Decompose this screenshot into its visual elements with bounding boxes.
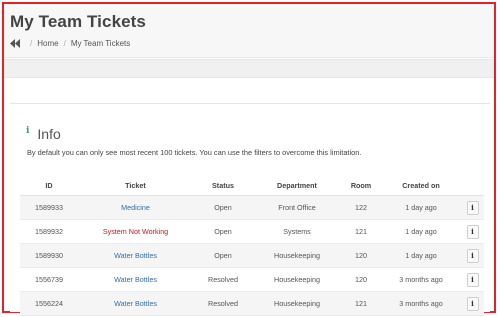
cell-created: 1 day ago [381,195,461,220]
cell-id: 1556224 [20,291,78,316]
table-row[interactable]: 1589932 System Not Working Open Systems … [20,219,484,244]
column-header-department[interactable]: Department [253,176,341,196]
column-header-ticket[interactable]: Ticket [78,176,193,196]
cell-id: 1556739 [20,267,78,292]
ticket-link[interactable]: Water Bottles [114,275,157,284]
breadcrumb-separator: / [63,39,66,48]
info-title: Info [37,126,61,142]
cell-created: 1 day ago [381,219,461,244]
cell-created: 1 day ago [381,243,461,268]
row-info-icon[interactable]: i [466,200,479,215]
breadcrumb: / Home / My Team Tickets [10,39,130,48]
cell-room: 122 [341,195,381,220]
row-info-icon[interactable]: i [466,272,479,287]
table-row[interactable]: 1556739 Water Bottles Resolved Housekeep… [20,267,484,292]
toolbar-band [4,59,494,78]
table-row[interactable]: 1556224 Water Bottles Resolved Housekeep… [20,291,484,316]
cell-id: 1589930 [20,243,78,268]
column-header-actions [461,176,484,196]
cell-created: 3 months ago [381,267,461,292]
info-text: By default you can only see most recent … [27,148,362,157]
cell-status: Resolved [193,291,253,316]
ticket-link[interactable]: Water Bottles [114,299,157,308]
info-heading: i Info [26,120,61,142]
cell-department: Systems [253,219,341,244]
column-header-room[interactable]: Room [341,176,381,196]
table-header-row: ID Ticket Status Department Room Created… [20,176,484,196]
row-info-icon[interactable]: i [466,296,479,311]
row-info-icon[interactable]: i [466,248,479,263]
cell-department: Housekeeping [253,291,341,316]
cell-room: 120 [341,267,381,292]
page-header: My Team Tickets / Home / My Team Tickets [4,4,494,58]
breadcrumb-separator: / [30,39,33,48]
back-icon[interactable] [10,39,21,48]
cell-room: 120 [341,243,381,268]
breadcrumb-current: My Team Tickets [70,39,131,48]
row-info-icon[interactable]: i [466,224,479,239]
screenshot-frame: My Team Tickets / Home / My Team Tickets… [2,2,496,316]
info-panel: i Info By default you can only see most … [10,103,490,316]
table-row[interactable]: 1589933 Medicine Open Front Office 122 1… [20,195,484,220]
cell-created: 3 months ago [381,291,461,316]
cell-status: Open [193,219,253,244]
ticket-link[interactable]: Water Bottles [114,251,157,260]
cell-room: 121 [341,291,381,316]
cell-status: Resolved [193,267,253,292]
ticket-link[interactable]: Medicine [121,203,150,212]
cell-department: Front Office [253,195,341,220]
cell-room: 121 [341,219,381,244]
breadcrumb-home[interactable]: Home [37,39,58,48]
cell-department: Housekeeping [253,267,341,292]
info-icon: i [26,126,30,136]
column-header-created-on[interactable]: Created on [381,176,461,196]
page-title: My Team Tickets [10,12,146,31]
ticket-link[interactable]: System Not Working [103,227,168,236]
tickets-table: ID Ticket Status Department Room Created… [20,176,484,316]
column-header-status[interactable]: Status [193,176,253,196]
cell-id: 1589933 [20,195,78,220]
cell-department: Housekeeping [253,243,341,268]
cell-status: Open [193,195,253,220]
table-row[interactable]: 1589930 Water Bottles Open Housekeeping … [20,243,484,268]
cell-status: Open [193,243,253,268]
column-header-id[interactable]: ID [20,176,78,196]
cell-id: 1589932 [20,219,78,244]
